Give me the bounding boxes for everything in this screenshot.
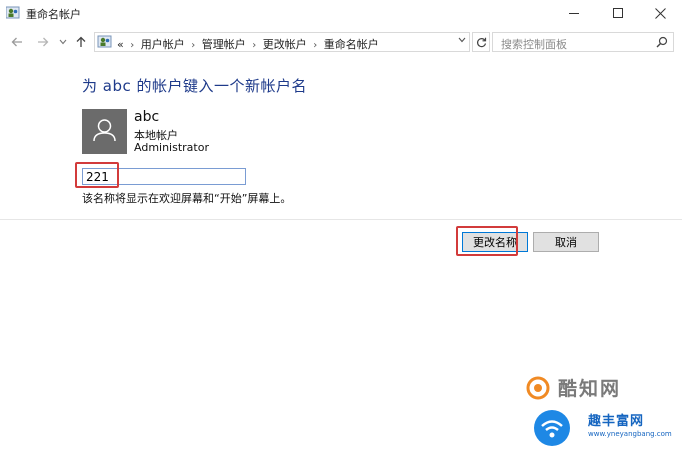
- chevron-right-icon: ›: [130, 40, 135, 51]
- search-box[interactable]: 搜索控制面板: [492, 32, 674, 52]
- account-role: Administrator: [134, 141, 209, 154]
- page-title: 为 abc 的帐户键入一个新帐户名: [82, 77, 307, 95]
- user-accounts-icon: [97, 35, 112, 48]
- arrow-left-icon: [11, 37, 22, 47]
- watermark-wifi-icon: [534, 410, 570, 446]
- chevron-right-icon[interactable]: ›: [252, 40, 256, 51]
- watermark-qufeng: 趣丰富网 www.yneyangbang.com: [532, 404, 682, 448]
- refresh-icon: [476, 37, 486, 47]
- breadcrumb-change-account[interactable]: 更改帐户: [263, 38, 307, 51]
- breadcrumb: « › 用户帐户 › 管理帐户 › 更改帐户 › 重命名帐户: [117, 36, 379, 52]
- avatar: [82, 109, 127, 154]
- chevron-down-icon: [458, 37, 466, 43]
- close-icon: [654, 7, 666, 19]
- search-input[interactable]: 搜索控制面板: [501, 36, 567, 52]
- chevron-right-icon[interactable]: ›: [313, 40, 317, 51]
- address-bar[interactable]: « › 用户帐户 › 管理帐户 › 更改帐户 › 重命名帐户: [94, 32, 470, 52]
- minimize-icon: [569, 12, 579, 14]
- user-accounts-icon: [6, 6, 20, 19]
- breadcrumb-rename-account[interactable]: 重命名帐户: [324, 38, 379, 51]
- name-hint-text: 该名称将显示在欢迎屏幕和“开始”屏幕上。: [82, 192, 292, 205]
- watermark-text: 趣丰富网: [588, 414, 645, 429]
- arrow-right-icon: [38, 37, 49, 47]
- breadcrumb-user-accounts[interactable]: 用户帐户: [141, 38, 185, 51]
- close-button[interactable]: [638, 0, 682, 26]
- divider: [0, 219, 682, 220]
- chevron-down-icon: [59, 39, 67, 45]
- address-dropdown-button[interactable]: [458, 36, 466, 46]
- maximize-icon: [613, 8, 623, 18]
- chevron-right-icon[interactable]: ›: [191, 40, 195, 51]
- watermark-kuzhi: 酷知网: [526, 372, 676, 404]
- up-button[interactable]: [72, 32, 90, 52]
- watermark-logo-icon: [526, 376, 550, 400]
- window-title: 重命名帐户: [26, 8, 81, 21]
- navigation-bar: « › 用户帐户 › 管理帐户 › 更改帐户 › 重命名帐户 搜索控制面板: [0, 28, 682, 56]
- recent-locations-button[interactable]: [54, 32, 72, 52]
- forward-button[interactable]: [34, 32, 52, 52]
- watermark-url: www.yneyangbang.com: [588, 430, 672, 438]
- maximize-button[interactable]: [596, 0, 640, 26]
- refresh-button[interactable]: [472, 32, 490, 52]
- arrow-up-icon: [76, 36, 86, 47]
- watermark-text: 酷知网: [558, 378, 622, 400]
- search-icon[interactable]: [656, 36, 668, 48]
- account-name: abc: [134, 109, 160, 125]
- breadcrumb-overflow[interactable]: «: [117, 38, 124, 51]
- back-button[interactable]: [8, 32, 26, 52]
- breadcrumb-manage-accounts[interactable]: 管理帐户: [202, 38, 246, 51]
- highlight-box-input: [75, 162, 119, 188]
- minimize-button[interactable]: [552, 0, 596, 26]
- highlight-box-button: [456, 226, 518, 256]
- user-icon: [93, 119, 116, 142]
- cancel-button[interactable]: 取消: [533, 232, 599, 252]
- title-bar: 重命名帐户: [0, 0, 682, 26]
